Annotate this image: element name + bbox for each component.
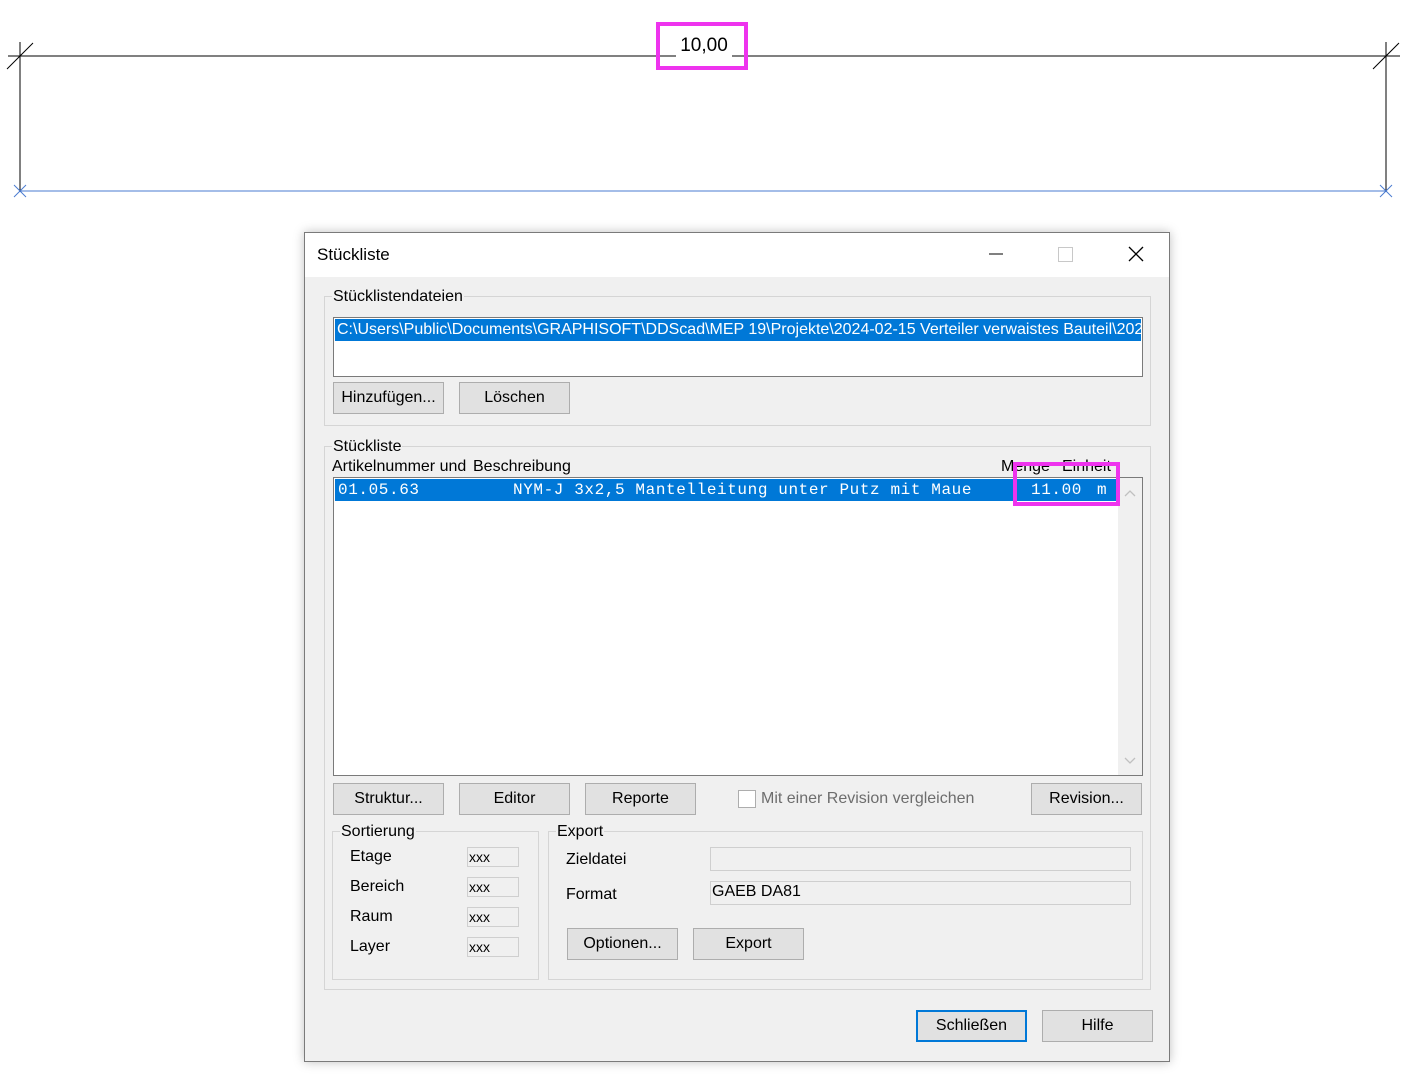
sorting-field-bereich[interactable]: xxx (467, 877, 519, 897)
compare-revision-label: Mit einer Revision vergleichen (761, 790, 975, 807)
scroll-up-icon (1124, 490, 1136, 497)
format-label: Format (566, 886, 617, 903)
minimize-button[interactable] (965, 233, 1025, 277)
close-window-button[interactable] (1105, 233, 1165, 277)
file-list-item[interactable]: C:\Users\Public\Documents\GRAPHISOFT\DDS… (335, 319, 1141, 341)
editor-button[interactable]: Editor (459, 783, 570, 815)
reports-button[interactable]: Reporte (585, 783, 696, 815)
target-file-field[interactable] (710, 847, 1131, 871)
close-button[interactable]: Schließen (916, 1010, 1027, 1042)
format-field[interactable]: GAEB DA81 (710, 881, 1131, 905)
options-button[interactable]: Optionen... (567, 928, 678, 960)
sorting-field-etage[interactable]: xxx (467, 847, 519, 867)
compare-revision-checkbox[interactable] (738, 790, 756, 808)
vertical-scrollbar[interactable] (1118, 478, 1142, 775)
export-group-label: Export (556, 823, 605, 841)
delete-file-button[interactable]: Löschen (459, 382, 570, 414)
column-header-article: Artikelnummer und (332, 458, 467, 475)
row-description: NYM-J 3x2,5 Mantelleitung unter Putz mit… (513, 481, 973, 499)
highlight-box-dimension (656, 22, 748, 70)
stueckliste-dialog: Stückliste Stücklistendateien C:\Users\P… (304, 232, 1170, 1062)
structure-button[interactable]: Struktur... (333, 783, 444, 815)
bom-listbox[interactable]: 01.05.63 NYM-J 3x2,5 Mantelleitung unter… (333, 477, 1143, 776)
files-group-label: Stücklistendateien (332, 288, 464, 306)
sorting-field-raum[interactable]: xxx (467, 907, 519, 927)
title-bar: Stückliste (305, 233, 1169, 277)
add-file-button[interactable]: Hinzufügen... (333, 382, 444, 414)
scroll-down-icon (1124, 757, 1136, 764)
target-file-label: Zieldatei (566, 851, 627, 868)
files-listbox[interactable]: C:\Users\Public\Documents\GRAPHISOFT\DDS… (333, 317, 1143, 377)
row-article: 01.05.63 (338, 481, 420, 499)
sorting-label-bereich: Bereich (350, 878, 405, 895)
table-row[interactable]: 01.05.63 NYM-J 3x2,5 Mantelleitung unter… (335, 479, 1117, 501)
scrollbar-arrows (1124, 490, 1136, 764)
revision-button[interactable]: Revision... (1031, 783, 1142, 815)
sorting-label-layer: Layer (350, 938, 391, 955)
sorting-group-label: Sortierung (340, 823, 416, 841)
close-icon (1128, 246, 1144, 262)
sorting-label-etage: Etage (350, 848, 392, 865)
sorting-label-raum: Raum (350, 908, 393, 925)
sorting-field-layer[interactable]: xxx (467, 937, 519, 957)
minimize-icon (989, 253, 1003, 255)
highlight-box-quantity (1013, 462, 1120, 506)
list-group-label: Stückliste (332, 438, 403, 456)
dialog-title: Stückliste (317, 245, 390, 264)
maximize-button[interactable] (1035, 233, 1095, 277)
maximize-icon (1058, 247, 1073, 262)
help-button[interactable]: Hilfe (1042, 1010, 1153, 1042)
export-button[interactable]: Export (693, 928, 804, 960)
column-header-description: Beschreibung (473, 458, 571, 475)
